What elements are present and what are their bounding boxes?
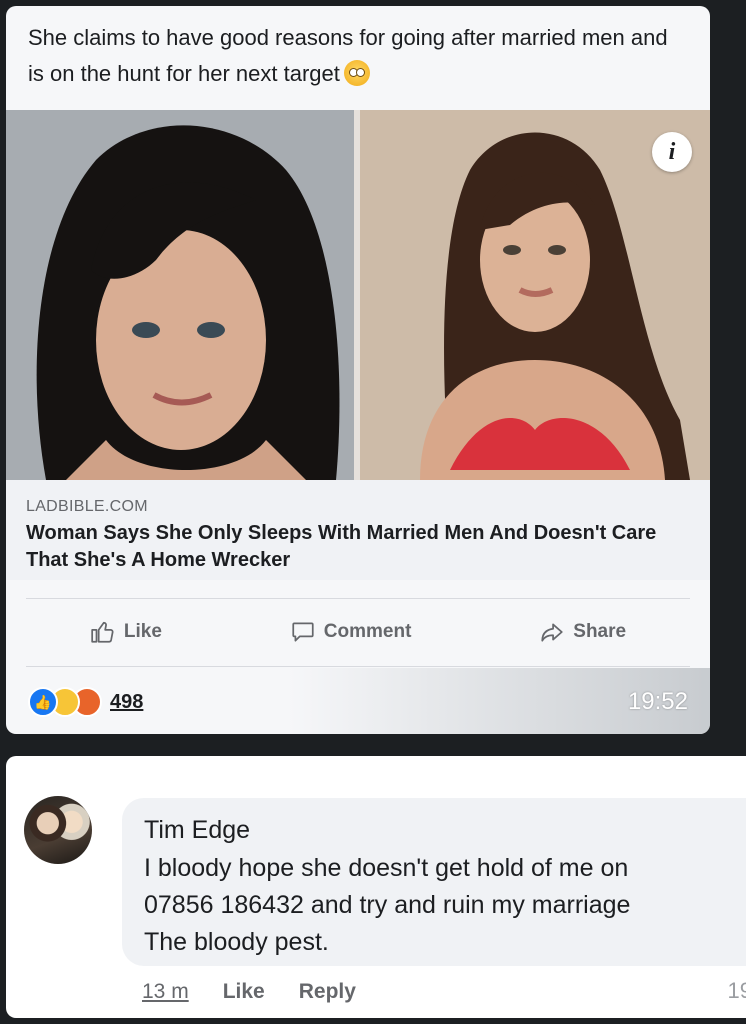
shared-post-card: She claims to have good reasons for goin… bbox=[6, 6, 710, 734]
comment-button[interactable]: Comment bbox=[270, 613, 432, 651]
reaction-summary[interactable]: 👍 498 bbox=[28, 686, 143, 718]
share-button[interactable]: Share bbox=[519, 613, 646, 651]
comment-card: Tim Edge I bloody hope she doesn't get h… bbox=[6, 756, 746, 1018]
share-arrow-icon bbox=[541, 623, 563, 642]
screenshot-page: She claims to have good reasons for goin… bbox=[0, 0, 746, 1024]
link-preview-image[interactable]: i bbox=[6, 110, 710, 480]
left-photo bbox=[6, 110, 354, 480]
like-reaction-icon: 👍 bbox=[28, 687, 58, 717]
info-icon[interactable]: i bbox=[652, 132, 692, 172]
share-button-label: Share bbox=[573, 621, 627, 642]
post-caption-block: She claims to have good reasons for goin… bbox=[28, 20, 688, 92]
comment-reply-button[interactable]: Reply bbox=[299, 980, 356, 1004]
comment-text: I bloody hope she doesn't get hold of me… bbox=[144, 854, 631, 956]
flushed-face-emoji-icon bbox=[343, 60, 370, 86]
thumbs-up-icon bbox=[91, 621, 114, 643]
avatar[interactable] bbox=[24, 796, 92, 864]
post-action-bar: Like Comment Share bbox=[26, 602, 690, 662]
link-preview-meta[interactable]: LADBIBLE.COM Woman Says She Only Sleeps … bbox=[6, 480, 710, 580]
reaction-count[interactable]: 498 bbox=[110, 691, 143, 714]
message-timestamp: 19:52 bbox=[627, 688, 688, 715]
speech-bubble-icon bbox=[292, 622, 314, 642]
comment-actions: 13 m Like Reply bbox=[142, 980, 356, 1004]
comment-time[interactable]: 13 m bbox=[142, 980, 189, 1004]
action-bar-bottom-divider bbox=[26, 666, 690, 667]
comment-like-button[interactable]: Like bbox=[223, 980, 265, 1004]
comment-button-label: Comment bbox=[323, 621, 412, 642]
like-button[interactable]: Like bbox=[70, 613, 182, 651]
comment-bubble: Tim Edge I bloody hope she doesn't get h… bbox=[122, 798, 746, 966]
like-button-label: Like bbox=[123, 621, 162, 642]
action-bar-top-divider bbox=[26, 598, 690, 599]
comment-edge-timestamp: 19 bbox=[727, 978, 746, 1003]
link-title[interactable]: Woman Says She Only Sleeps With Married … bbox=[26, 520, 686, 574]
comment-author-name[interactable]: Tim Edge bbox=[144, 816, 250, 845]
link-domain: LADBIBLE.COM bbox=[26, 498, 148, 515]
woman-portrait-left-image bbox=[6, 110, 354, 480]
